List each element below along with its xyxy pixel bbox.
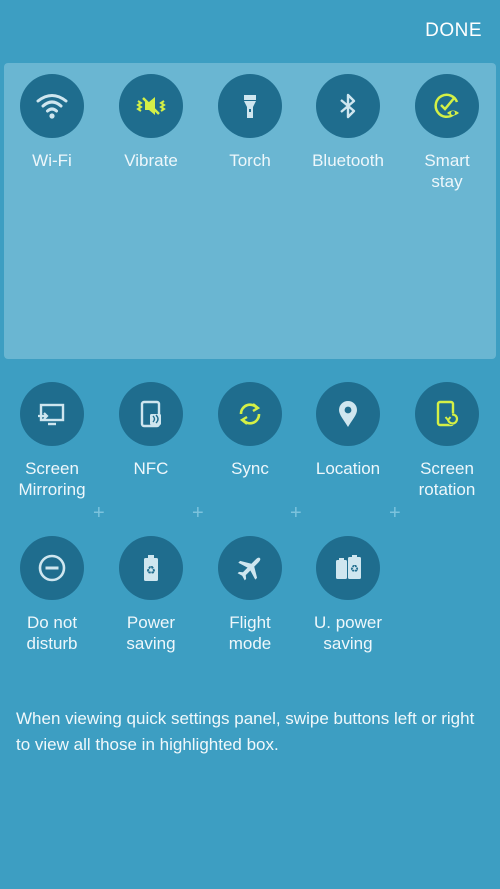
power-saving-toggle[interactable]: ♻ xyxy=(119,536,183,600)
tile-label: NFC xyxy=(133,459,169,478)
plus-icon: + xyxy=(192,502,204,524)
tile-vibrate[interactable]: Vibrate xyxy=(102,74,200,171)
tile-label: Screen Mirroring xyxy=(18,459,86,499)
tile-label: U. power saving xyxy=(313,613,383,653)
location-icon xyxy=(339,401,357,427)
screen-mirroring-icon xyxy=(38,403,65,426)
screen-rotation-toggle[interactable] xyxy=(415,382,479,446)
tile-do-not-disturb[interactable]: Do not disturb xyxy=(3,536,101,654)
flight-mode-toggle[interactable] xyxy=(218,536,282,600)
ultra-power-saving-icon: ♻ xyxy=(336,555,361,579)
plus-icon: + xyxy=(93,502,105,524)
vibrate-toggle[interactable] xyxy=(119,74,183,138)
plus-icon: + xyxy=(389,502,401,524)
tile-smart-stay[interactable]: Smart stay xyxy=(398,74,496,192)
torch-icon xyxy=(244,95,256,118)
tile-label: Screen rotation xyxy=(418,459,476,499)
tile-label: Sync xyxy=(231,459,269,478)
tile-label: Smart stay xyxy=(424,151,470,191)
tile-label: Flight mode xyxy=(228,613,272,653)
tile-flight-mode[interactable]: Flight mode xyxy=(201,536,299,654)
tile-screen-mirroring[interactable]: Screen Mirroring xyxy=(3,382,101,500)
nfc-toggle[interactable] xyxy=(119,382,183,446)
svg-text:♻: ♻ xyxy=(146,564,156,577)
power-saving-icon: ♻ xyxy=(144,555,158,581)
nfc-icon xyxy=(140,400,161,428)
ultra-power-saving-toggle[interactable]: ♻ xyxy=(316,536,380,600)
wifi-toggle[interactable] xyxy=(20,74,84,138)
tile-screen-rotation[interactable]: Screen rotation xyxy=(398,382,496,500)
tile-bluetooth[interactable]: Bluetooth xyxy=(299,74,397,171)
tile-label: Location xyxy=(315,459,381,478)
tile-torch[interactable]: Torch xyxy=(201,74,299,171)
torch-toggle[interactable] xyxy=(218,74,282,138)
screen-rotation-icon xyxy=(436,400,459,427)
tile-sync[interactable]: Sync xyxy=(201,382,299,479)
flight-mode-icon xyxy=(237,557,261,581)
tile-power-saving[interactable]: ♻ Power saving xyxy=(102,536,200,654)
tile-nfc[interactable]: NFC xyxy=(102,382,200,479)
bluetooth-icon xyxy=(340,93,356,119)
plus-icon: + xyxy=(290,502,302,524)
help-text: When viewing quick settings panel, swipe… xyxy=(16,709,475,754)
tile-label: Power saving xyxy=(126,613,176,653)
wifi-icon xyxy=(36,94,68,119)
sync-icon xyxy=(239,403,261,425)
smart-stay-toggle[interactable] xyxy=(415,74,479,138)
tile-location[interactable]: Location xyxy=(299,382,397,479)
tile-label: Torch xyxy=(229,151,271,170)
do-not-disturb-icon xyxy=(38,554,66,582)
tile-label: Bluetooth xyxy=(312,151,384,170)
done-button[interactable]: DONE xyxy=(425,20,482,42)
sync-toggle[interactable] xyxy=(218,382,282,446)
tile-label: Wi-Fi xyxy=(32,151,72,170)
vibrate-icon xyxy=(136,97,166,115)
do-not-disturb-toggle[interactable] xyxy=(20,536,84,600)
location-toggle[interactable] xyxy=(316,382,380,446)
tile-wifi[interactable]: Wi-Fi xyxy=(3,74,101,171)
tile-ultra-power-saving[interactable]: ♻ U. power saving xyxy=(299,536,397,654)
screen-mirroring-toggle[interactable] xyxy=(20,382,84,446)
smart-stay-icon xyxy=(434,93,459,119)
tile-label: Vibrate xyxy=(124,151,178,170)
bluetooth-toggle[interactable] xyxy=(316,74,380,138)
svg-text:♻: ♻ xyxy=(350,564,359,575)
tile-label: Do not disturb xyxy=(26,613,78,653)
